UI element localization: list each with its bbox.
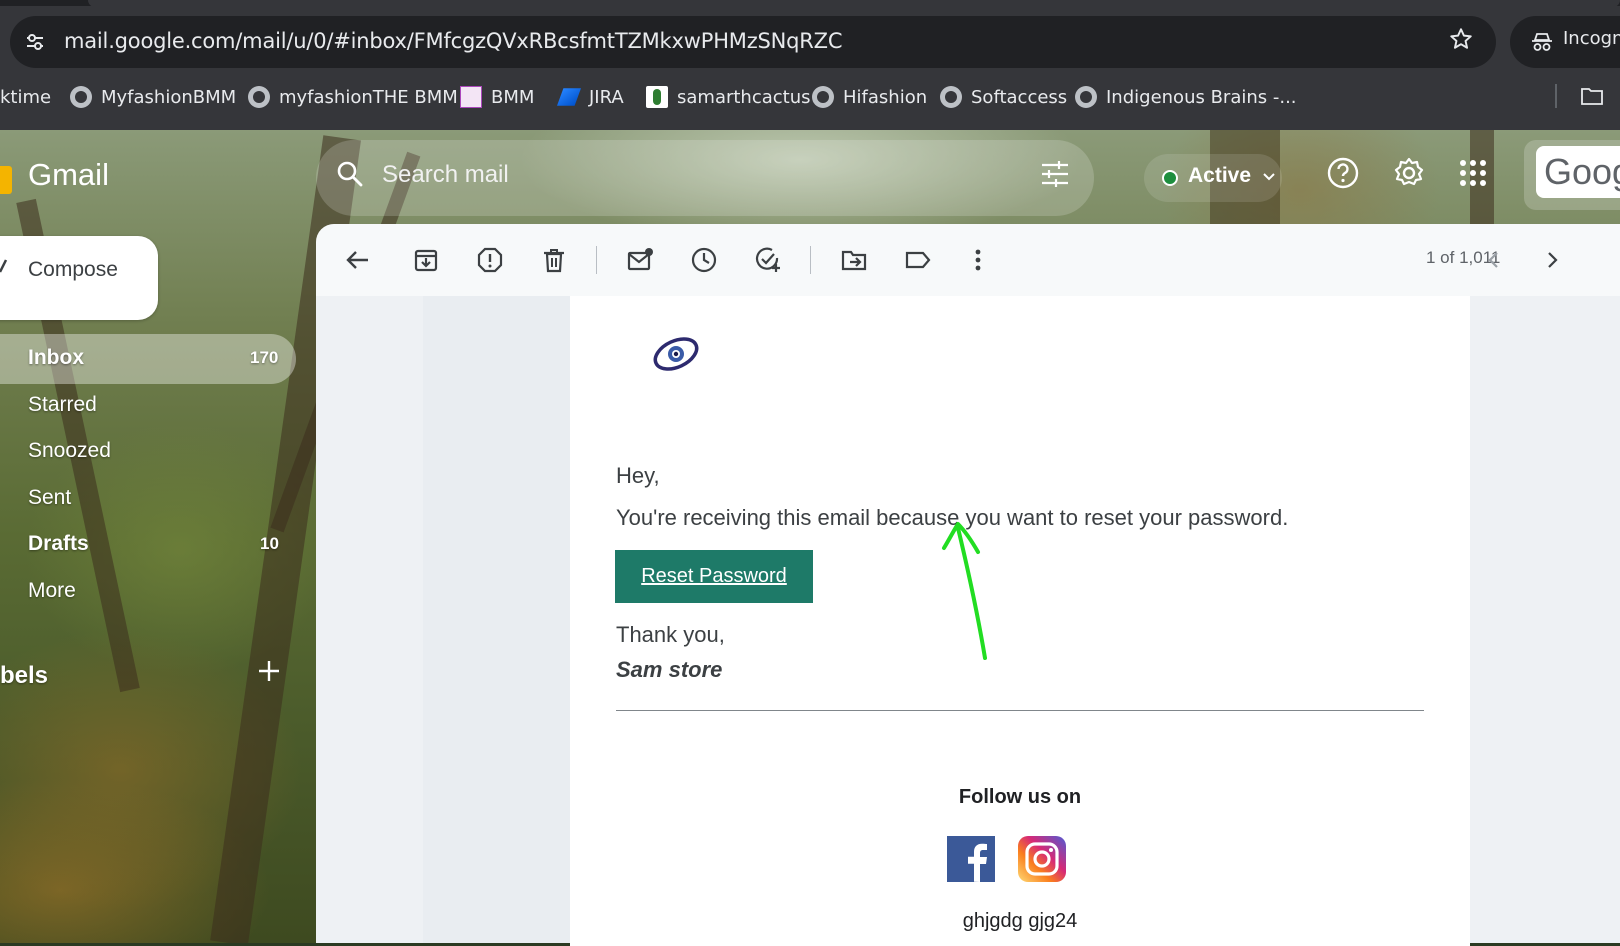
bookmark-label: Hifashion	[843, 86, 928, 108]
more-vert-icon[interactable]	[964, 246, 992, 274]
jira-icon	[556, 88, 582, 106]
nav-item-sent[interactable]: Sent	[28, 486, 71, 510]
bookmark-label: Indigenous Brains -...	[1106, 86, 1297, 108]
site-info-icon[interactable]	[24, 31, 46, 53]
label-icon[interactable]	[904, 246, 932, 274]
bookmark-label: samarthcactus	[677, 86, 811, 108]
email-thanks: Thank you,	[616, 622, 725, 647]
apps-grid-icon[interactable]	[1458, 158, 1488, 188]
bookmark-label: MyfashionBMM	[101, 86, 237, 108]
drafts-count: 10	[260, 534, 279, 553]
mark-unread-icon[interactable]	[626, 246, 654, 274]
chevron-down-icon	[1263, 173, 1275, 181]
status-dot	[1162, 170, 1178, 186]
report-spam-icon[interactable]	[476, 246, 504, 274]
email-greeting: Hey,	[616, 463, 660, 488]
gear-icon[interactable]	[1392, 156, 1426, 190]
clock-icon[interactable]	[690, 246, 718, 274]
follow-us-heading: Follow us on	[958, 786, 1082, 808]
bookmark-item[interactable]: ktime	[0, 80, 51, 114]
bookmark-label: Softaccess	[971, 86, 1068, 108]
annotation-arrow	[942, 522, 987, 660]
plus-icon[interactable]	[256, 658, 282, 684]
search-options-icon[interactable]	[1040, 160, 1070, 188]
folder-icon[interactable]	[1580, 86, 1604, 106]
trash-icon[interactable]	[540, 246, 568, 274]
email-divider	[616, 710, 1424, 711]
globe-icon	[812, 86, 834, 108]
bookmark-label: JIRA	[589, 86, 624, 108]
bookmark-star-icon[interactable]	[1448, 26, 1474, 52]
facebook-icon[interactable]	[947, 836, 995, 882]
globe-icon	[1075, 86, 1097, 108]
bookmark-item[interactable]: Hifashion	[812, 80, 927, 114]
archive-icon[interactable]	[412, 246, 440, 274]
move-to-folder-icon[interactable]	[840, 246, 868, 274]
nav-item-drafts[interactable]: Drafts	[28, 532, 89, 556]
reset-password-button[interactable]: Reset Password	[615, 550, 813, 603]
chevron-right-icon[interactable]	[1538, 246, 1566, 274]
search-input[interactable]	[380, 156, 984, 194]
brand-eye-logo-icon	[653, 337, 699, 371]
nav-item-more[interactable]: More	[28, 579, 76, 603]
google-account-logo[interactable]: Goog	[1536, 146, 1620, 198]
bookmark-item[interactable]: MyfashionBMM	[70, 80, 236, 114]
bookmark-item[interactable]: samarthcactus	[646, 80, 811, 114]
email-footer-text: ghjgdg gjg24	[962, 910, 1078, 932]
help-icon[interactable]	[1326, 156, 1360, 190]
nav-item-inbox[interactable]: Inbox	[28, 346, 84, 370]
bmm-favicon	[460, 86, 482, 108]
bookmark-label: BMM	[491, 86, 535, 108]
email-signature: Sam store	[616, 657, 723, 682]
bookmarks-divider	[1555, 84, 1557, 108]
bookmark-label: myfashionTHE BMM	[279, 86, 458, 108]
chevron-left-icon[interactable]	[1480, 246, 1508, 274]
bookmark-item[interactable]: Indigenous Brains -...	[1075, 80, 1297, 114]
nav-item-snoozed[interactable]: Snoozed	[28, 439, 111, 463]
incognito-label: Incogn	[1563, 28, 1620, 49]
globe-icon	[248, 86, 270, 108]
bookmark-item[interactable]: JIRA	[556, 80, 624, 114]
add-to-tasks-icon[interactable]	[754, 246, 782, 274]
search-icon[interactable]	[336, 160, 364, 188]
labels-heading: bels	[0, 662, 49, 689]
globe-icon	[940, 86, 962, 108]
compose-label: Compose	[28, 258, 118, 281]
bookmarks-bar: ktime MyfashionBMM myfashionTHE BMM BMM …	[0, 80, 1620, 114]
bookmark-item[interactable]: BMM	[460, 80, 534, 114]
nav-item-starred[interactable]: Starred	[28, 393, 97, 417]
gmail-logo-icon[interactable]	[0, 166, 12, 194]
inbox-count: 170	[250, 348, 279, 367]
url-text[interactable]: mail.google.com/mail/u/0/#inbox/FMfcgzQV…	[64, 26, 843, 56]
bookmark-item[interactable]: Softaccess	[940, 80, 1067, 114]
incognito-icon	[1532, 33, 1552, 51]
toolbar-divider	[810, 246, 811, 274]
gmail-wordmark[interactable]: Gmail	[28, 157, 109, 193]
globe-icon	[70, 86, 92, 108]
status-label: Active	[1188, 164, 1252, 187]
pencil-icon	[0, 259, 8, 273]
cactus-favicon	[646, 86, 668, 108]
back-arrow-icon[interactable]	[344, 246, 372, 274]
bookmark-label: ktime	[0, 86, 52, 108]
toolbar-divider	[596, 246, 597, 274]
bookmark-item[interactable]: myfashionTHE BMM	[248, 80, 458, 114]
instagram-icon[interactable]	[1018, 836, 1066, 882]
